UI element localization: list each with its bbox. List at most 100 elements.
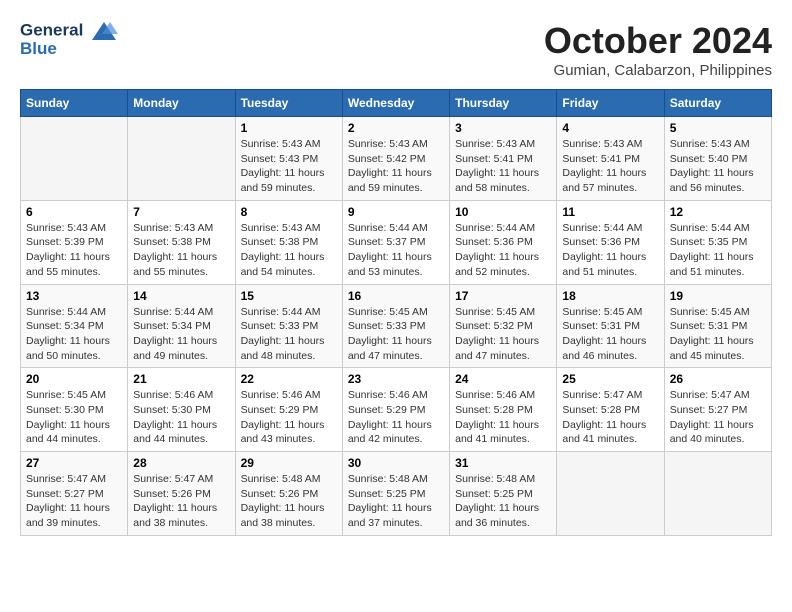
calendar-cell: 31Sunrise: 5:48 AMSunset: 5:25 PMDayligh…	[450, 452, 557, 536]
calendar-cell: 2Sunrise: 5:43 AMSunset: 5:42 PMDaylight…	[342, 117, 449, 201]
col-header-thursday: Thursday	[450, 90, 557, 117]
day-info-text: Sunset: 5:40 PM	[670, 152, 766, 167]
day-number: 31	[455, 456, 551, 470]
day-info-text: Sunset: 5:34 PM	[133, 319, 229, 334]
day-info-text: Sunset: 5:36 PM	[455, 235, 551, 250]
day-number: 21	[133, 372, 229, 386]
day-info-text: Daylight: 11 hours and 41 minutes.	[562, 418, 658, 447]
day-info-text: Sunset: 5:28 PM	[455, 403, 551, 418]
day-number: 25	[562, 372, 658, 386]
day-info-text: Sunrise: 5:43 AM	[455, 137, 551, 152]
day-number: 3	[455, 121, 551, 135]
day-info-text: Daylight: 11 hours and 50 minutes.	[26, 334, 122, 363]
day-number: 19	[670, 289, 766, 303]
calendar-cell: 14Sunrise: 5:44 AMSunset: 5:34 PMDayligh…	[128, 284, 235, 368]
day-info-text: Sunrise: 5:46 AM	[455, 388, 551, 403]
calendar-cell: 15Sunrise: 5:44 AMSunset: 5:33 PMDayligh…	[235, 284, 342, 368]
day-info-text: Sunrise: 5:46 AM	[133, 388, 229, 403]
day-info-text: Sunrise: 5:43 AM	[562, 137, 658, 152]
day-info-text: Daylight: 11 hours and 45 minutes.	[670, 334, 766, 363]
col-header-sunday: Sunday	[21, 90, 128, 117]
day-info-text: Sunset: 5:27 PM	[26, 487, 122, 502]
day-info-text: Sunrise: 5:44 AM	[562, 221, 658, 236]
day-info-text: Sunrise: 5:44 AM	[133, 305, 229, 320]
day-info-text: Daylight: 11 hours and 36 minutes.	[455, 501, 551, 530]
calendar-cell: 28Sunrise: 5:47 AMSunset: 5:26 PMDayligh…	[128, 452, 235, 536]
day-number: 5	[670, 121, 766, 135]
day-info-text: Sunrise: 5:47 AM	[670, 388, 766, 403]
calendar-cell: 22Sunrise: 5:46 AMSunset: 5:29 PMDayligh…	[235, 368, 342, 452]
col-header-tuesday: Tuesday	[235, 90, 342, 117]
calendar-table: SundayMondayTuesdayWednesdayThursdayFrid…	[20, 89, 772, 536]
calendar-cell: 17Sunrise: 5:45 AMSunset: 5:32 PMDayligh…	[450, 284, 557, 368]
calendar-cell: 18Sunrise: 5:45 AMSunset: 5:31 PMDayligh…	[557, 284, 664, 368]
day-info-text: Sunrise: 5:44 AM	[348, 221, 444, 236]
day-number: 18	[562, 289, 658, 303]
day-info-text: Sunset: 5:29 PM	[241, 403, 337, 418]
day-info-text: Daylight: 11 hours and 43 minutes.	[241, 418, 337, 447]
day-number: 16	[348, 289, 444, 303]
col-header-friday: Friday	[557, 90, 664, 117]
day-info-text: Daylight: 11 hours and 55 minutes.	[26, 250, 122, 279]
day-info-text: Sunset: 5:27 PM	[670, 403, 766, 418]
calendar-cell: 12Sunrise: 5:44 AMSunset: 5:35 PMDayligh…	[664, 200, 771, 284]
day-number: 29	[241, 456, 337, 470]
day-info-text: Sunset: 5:31 PM	[670, 319, 766, 334]
day-info-text: Sunrise: 5:48 AM	[241, 472, 337, 487]
day-number: 2	[348, 121, 444, 135]
day-number: 23	[348, 372, 444, 386]
calendar-cell: 4Sunrise: 5:43 AMSunset: 5:41 PMDaylight…	[557, 117, 664, 201]
day-info-text: Sunset: 5:34 PM	[26, 319, 122, 334]
day-info-text: Sunset: 5:42 PM	[348, 152, 444, 167]
day-info-text: Daylight: 11 hours and 59 minutes.	[241, 166, 337, 195]
day-info-text: Daylight: 11 hours and 38 minutes.	[133, 501, 229, 530]
location-subtitle: Gumian, Calabarzon, Philippines	[544, 62, 772, 79]
day-info-text: Sunrise: 5:47 AM	[133, 472, 229, 487]
logo-line2: Blue	[20, 40, 118, 59]
day-info-text: Sunrise: 5:43 AM	[241, 137, 337, 152]
page-header: General Blue October 2024 Gumian, Calaba…	[20, 20, 772, 79]
day-info-text: Sunset: 5:25 PM	[348, 487, 444, 502]
calendar-cell: 13Sunrise: 5:44 AMSunset: 5:34 PMDayligh…	[21, 284, 128, 368]
logo-text: General Blue	[20, 20, 118, 59]
day-info-text: Sunrise: 5:43 AM	[670, 137, 766, 152]
day-info-text: Daylight: 11 hours and 46 minutes.	[562, 334, 658, 363]
day-number: 4	[562, 121, 658, 135]
calendar-cell: 26Sunrise: 5:47 AMSunset: 5:27 PMDayligh…	[664, 368, 771, 452]
day-number: 20	[26, 372, 122, 386]
calendar-cell: 11Sunrise: 5:44 AMSunset: 5:36 PMDayligh…	[557, 200, 664, 284]
day-info-text: Sunset: 5:38 PM	[241, 235, 337, 250]
calendar-cell: 5Sunrise: 5:43 AMSunset: 5:40 PMDaylight…	[664, 117, 771, 201]
calendar-cell: 20Sunrise: 5:45 AMSunset: 5:30 PMDayligh…	[21, 368, 128, 452]
day-info-text: Daylight: 11 hours and 49 minutes.	[133, 334, 229, 363]
day-info-text: Daylight: 11 hours and 51 minutes.	[670, 250, 766, 279]
calendar-cell: 8Sunrise: 5:43 AMSunset: 5:38 PMDaylight…	[235, 200, 342, 284]
day-info-text: Daylight: 11 hours and 59 minutes.	[348, 166, 444, 195]
calendar-cell: 19Sunrise: 5:45 AMSunset: 5:31 PMDayligh…	[664, 284, 771, 368]
calendar-cell	[664, 452, 771, 536]
title-block: October 2024 Gumian, Calabarzon, Philipp…	[544, 20, 772, 79]
day-info-text: Sunset: 5:25 PM	[455, 487, 551, 502]
day-info-text: Daylight: 11 hours and 41 minutes.	[455, 418, 551, 447]
day-number: 10	[455, 205, 551, 219]
calendar-cell	[128, 117, 235, 201]
calendar-cell: 1Sunrise: 5:43 AMSunset: 5:43 PMDaylight…	[235, 117, 342, 201]
day-info-text: Sunrise: 5:45 AM	[348, 305, 444, 320]
day-info-text: Sunset: 5:30 PM	[133, 403, 229, 418]
day-number: 24	[455, 372, 551, 386]
day-number: 15	[241, 289, 337, 303]
calendar-cell: 25Sunrise: 5:47 AMSunset: 5:28 PMDayligh…	[557, 368, 664, 452]
day-info-text: Sunset: 5:37 PM	[348, 235, 444, 250]
day-number: 11	[562, 205, 658, 219]
col-header-wednesday: Wednesday	[342, 90, 449, 117]
calendar-cell: 29Sunrise: 5:48 AMSunset: 5:26 PMDayligh…	[235, 452, 342, 536]
day-info-text: Daylight: 11 hours and 40 minutes.	[670, 418, 766, 447]
calendar-cell: 10Sunrise: 5:44 AMSunset: 5:36 PMDayligh…	[450, 200, 557, 284]
calendar-cell: 3Sunrise: 5:43 AMSunset: 5:41 PMDaylight…	[450, 117, 557, 201]
day-info-text: Sunrise: 5:46 AM	[241, 388, 337, 403]
calendar-cell	[557, 452, 664, 536]
day-info-text: Sunset: 5:41 PM	[455, 152, 551, 167]
day-number: 6	[26, 205, 122, 219]
day-info-text: Sunset: 5:35 PM	[670, 235, 766, 250]
day-info-text: Daylight: 11 hours and 54 minutes.	[241, 250, 337, 279]
